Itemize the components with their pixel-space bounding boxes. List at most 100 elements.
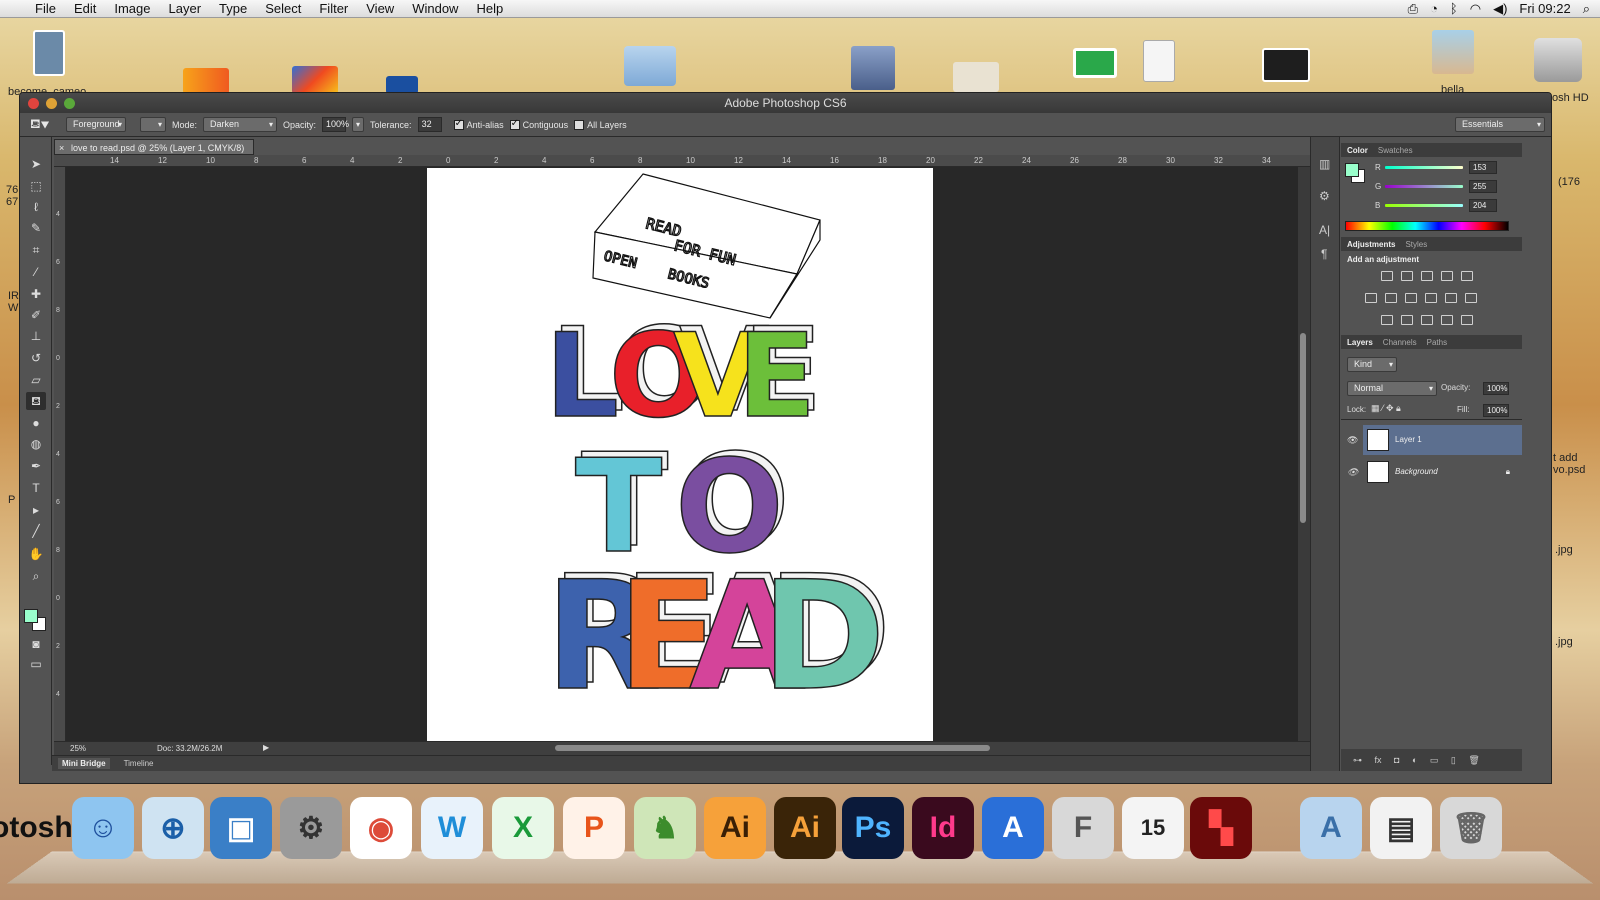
g-value[interactable]: 255 [1469, 180, 1497, 193]
dock-app-finder[interactable]: ☺ [72, 797, 134, 859]
dock-app-frogger[interactable]: ♞ [634, 797, 696, 859]
drive-icon[interactable] [851, 46, 895, 90]
layers-footer-buttons[interactable]: ⊶ fx ◘ ◐ ▭ ▯ 🗑︎ [1341, 749, 1522, 771]
dock-app-ps[interactable]: Ps [842, 797, 904, 859]
adjustment-icon[interactable] [1401, 271, 1413, 281]
bluetooth-icon[interactable]: ᛒ [1450, 1, 1458, 16]
adjustment-icon[interactable] [1425, 293, 1437, 303]
close-button[interactable] [28, 98, 39, 109]
time-machine-icon[interactable]: ◔ [1430, 1, 1438, 16]
adjustment-icon[interactable] [1421, 271, 1433, 281]
menu-view[interactable]: View [357, 0, 403, 18]
adjustment-icon[interactable] [1381, 315, 1393, 325]
tab-channels[interactable]: Channels [1383, 338, 1417, 347]
dock-app-safari[interactable]: ⊕ [142, 797, 204, 859]
adjustment-icon[interactable] [1421, 315, 1433, 325]
tab-color[interactable]: Color [1347, 146, 1368, 155]
contiguous-checkbox[interactable]: Contiguous [509, 118, 568, 130]
properties-panel-icon[interactable]: ⚙ [1319, 189, 1330, 203]
document-canvas[interactable]: READ FOR FUN OPEN BOOKS LLOOVVEETTOORREE… [427, 168, 933, 741]
minimize-button[interactable] [46, 98, 57, 109]
close-tab-icon[interactable]: × [59, 140, 64, 156]
menu-window[interactable]: Window [403, 0, 467, 18]
quick-select-tool-icon[interactable]: ✎ [26, 219, 46, 237]
doc-size[interactable]: Doc: 33.2M/26.2M [157, 744, 222, 753]
layer-name[interactable]: Layer 1 [1395, 435, 1422, 444]
menu-filter[interactable]: Filter [310, 0, 357, 18]
history-brush-tool-icon[interactable]: ↺ [26, 349, 46, 367]
eyedropper-tool-icon[interactable]: ⁄ [26, 263, 46, 281]
antialias-checkbox[interactable]: Anti-alias [453, 118, 504, 130]
desktop-image-icon[interactable] [1262, 48, 1310, 82]
dock-app-excel[interactable]: X [492, 797, 554, 859]
lock-icons[interactable]: ▦ ⁄ ✥ 🔒︎ [1371, 403, 1401, 414]
adjustment-icon[interactable] [1385, 293, 1397, 303]
dock-app-id[interactable]: Id [912, 797, 974, 859]
tab-swatches[interactable]: Swatches [1378, 146, 1413, 155]
type-tool-icon[interactable]: T [26, 479, 46, 497]
dock-app-ai[interactable]: Ai [704, 797, 766, 859]
vertical-scroll-thumb[interactable] [1300, 333, 1306, 523]
tab-styles[interactable]: Styles [1405, 240, 1427, 249]
all-layers-checkbox[interactable]: All Layers [574, 119, 627, 130]
tolerance-input[interactable]: 32 [417, 117, 442, 132]
dock-app-app-store[interactable]: A [982, 797, 1044, 859]
move-tool-icon[interactable]: ➤ [26, 155, 46, 173]
mode-dropdown[interactable]: Darken [203, 117, 278, 132]
desktop-file-icon[interactable] [1143, 40, 1175, 82]
adjustment-icon[interactable] [1365, 293, 1377, 303]
blend-mode-dropdown[interactable]: Normal [1347, 381, 1437, 396]
wifi-icon[interactable]: ◠ [1470, 1, 1481, 17]
r-slider[interactable] [1385, 166, 1463, 169]
clock[interactable]: Fri 09:22 [1519, 1, 1570, 16]
line-tool-icon[interactable]: ╱ [26, 522, 46, 540]
brush-tool-icon[interactable]: ✐ [26, 306, 46, 324]
history-panel-icon[interactable]: ▥ [1319, 157, 1330, 171]
hand-tool-icon[interactable]: ✋ [26, 545, 46, 563]
b-value[interactable]: 204 [1469, 199, 1497, 212]
tab-layers[interactable]: Layers [1347, 338, 1373, 347]
dock-app-iphoto[interactable]: ▣ [210, 797, 272, 859]
hard-drive-icon[interactable] [1534, 38, 1582, 82]
desktop-file-icon[interactable] [33, 30, 65, 76]
zoom-button[interactable] [64, 98, 75, 109]
tab-adjustments[interactable]: Adjustments [1347, 240, 1395, 249]
dock-app-trash[interactable]: 🗑︎ [1440, 797, 1502, 859]
paint-bucket-icon[interactable]: ⛾▾ [30, 116, 60, 134]
pen-tool-icon[interactable]: ✒ [26, 457, 46, 475]
quick-mask-icon[interactable]: ◙ [26, 635, 46, 653]
screen-mode-icon[interactable]: ▭ [26, 655, 46, 673]
layer-name[interactable]: Background [1395, 467, 1438, 476]
zoom-tool-icon[interactable]: ⌕ [26, 567, 46, 585]
document-tab[interactable]: × love to read.psd @ 25% (Layer 1, CMYK/… [54, 139, 254, 155]
spotlight-icon[interactable]: ⌕ [1583, 1, 1590, 17]
dock-app-ai[interactable]: Ai [774, 797, 836, 859]
adjustment-icon[interactable] [1401, 315, 1413, 325]
dock-app-powerpoint[interactable]: P [563, 797, 625, 859]
dock-app-applications[interactable]: A [1300, 797, 1362, 859]
dock-app-word[interactable]: W [421, 797, 483, 859]
g-slider[interactable] [1385, 185, 1463, 188]
desktop-app-icon[interactable] [1073, 48, 1117, 78]
printer-icon[interactable]: ⎙ [1408, 1, 1418, 17]
menu-file[interactable]: File [26, 0, 65, 18]
dock-app-chrome[interactable]: ◉ [350, 797, 412, 859]
status-arrow-icon[interactable]: ▶ [263, 743, 269, 752]
menu-edit[interactable]: Edit [65, 0, 105, 18]
horizontal-scroll-thumb[interactable] [555, 745, 990, 751]
menu-select[interactable]: Select [256, 0, 310, 18]
workspace-dropdown[interactable]: Essentials [1455, 117, 1545, 132]
paint-bucket-tool-icon[interactable]: ⛾ [26, 392, 46, 410]
tab-timeline[interactable]: Timeline [124, 759, 154, 768]
crop-tool-icon[interactable]: ⌗ [26, 241, 46, 259]
dock-app-system-preferences[interactable]: ⚙ [280, 797, 342, 859]
character-panel-icon[interactable]: A| [1319, 223, 1330, 237]
desktop-image-icon[interactable] [1432, 30, 1474, 74]
dock-app-documents[interactable]: ▤ [1370, 797, 1432, 859]
zoom-level[interactable]: 25% [70, 744, 86, 753]
dock-app-photo-booth[interactable]: ▚ [1190, 797, 1252, 859]
paragraph-panel-icon[interactable]: ¶ [1321, 247, 1327, 261]
opacity-input[interactable]: 100% [322, 117, 349, 132]
pattern-picker[interactable] [140, 117, 166, 132]
layer-opacity-input[interactable]: 100% [1483, 382, 1509, 395]
